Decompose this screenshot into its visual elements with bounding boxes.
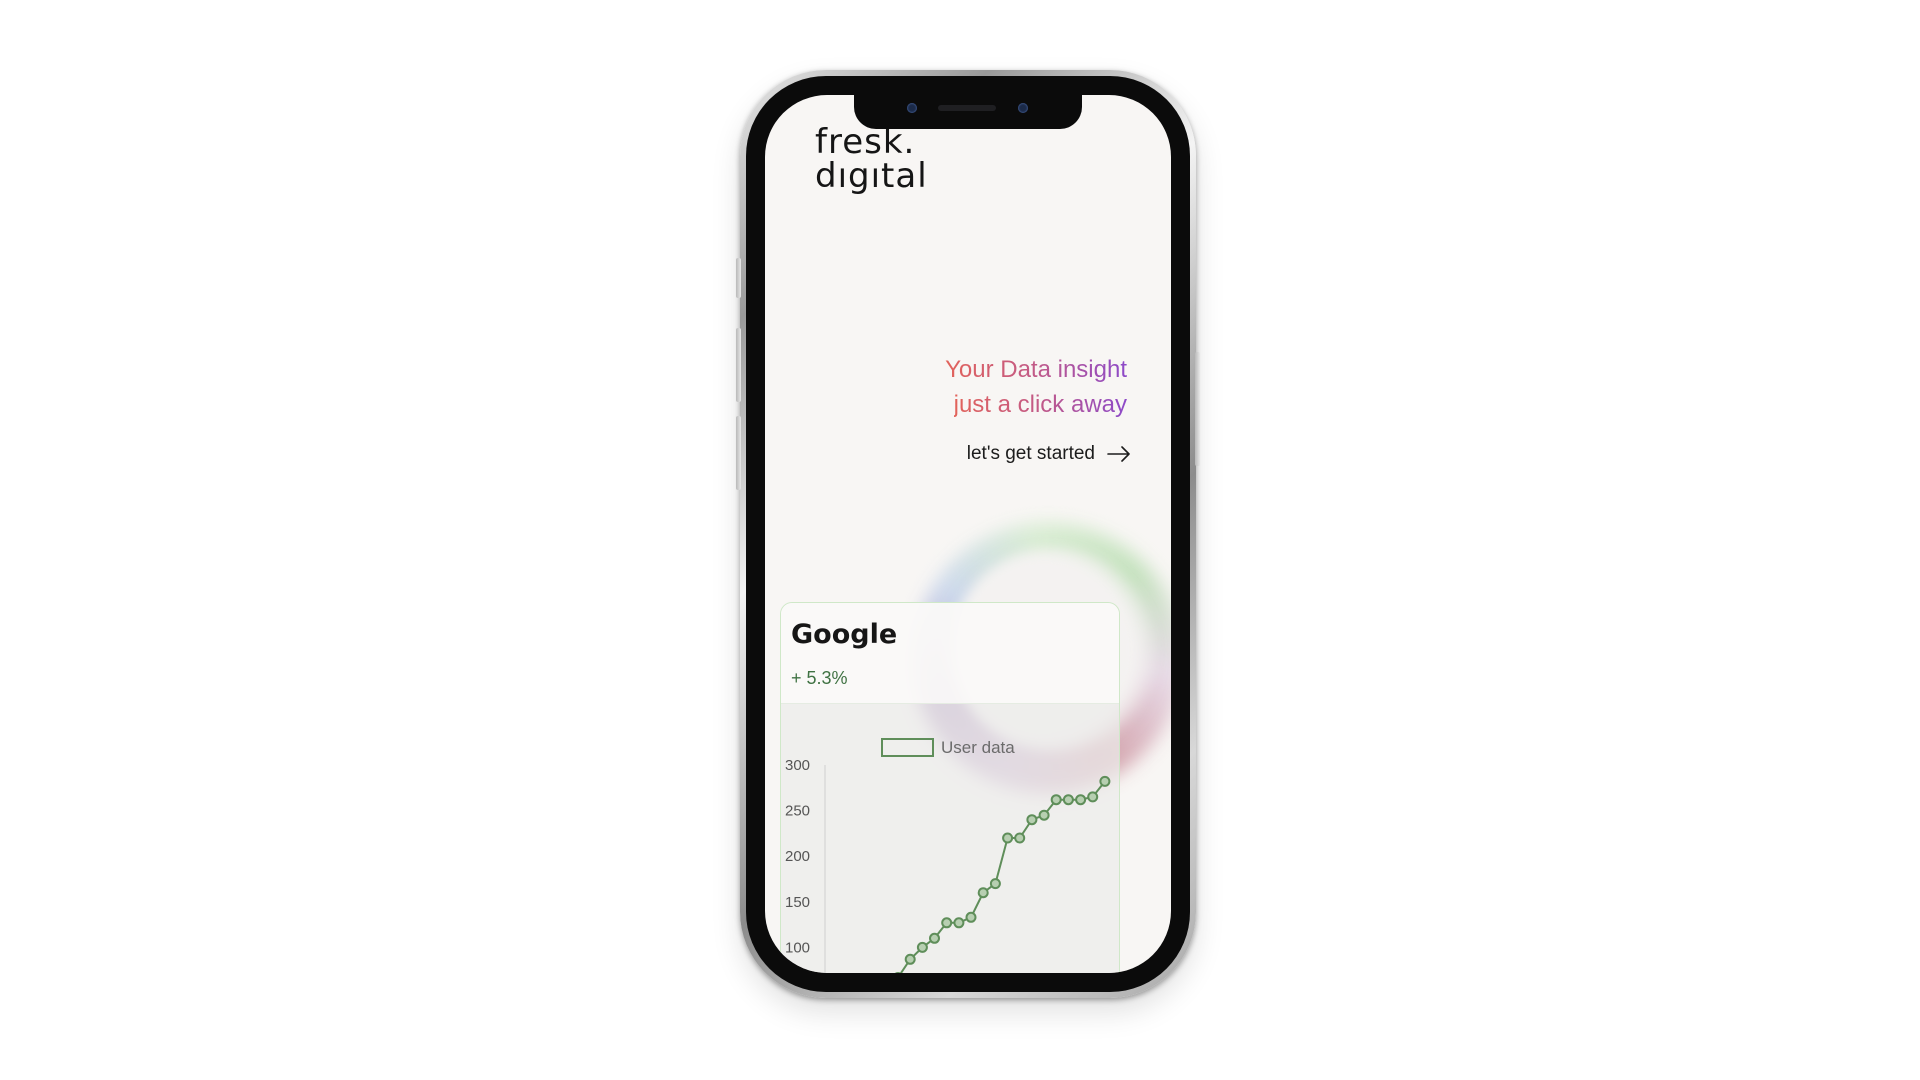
front-camera-icon xyxy=(1018,103,1028,113)
silent-switch xyxy=(736,258,741,298)
series-line-user-data xyxy=(899,780,1106,973)
stock-card[interactable]: Google + 5.3% User data 300 250 200 150 100 xyxy=(780,602,1120,973)
headline-line-2-wrap: just a click away xyxy=(945,387,1127,422)
series-points xyxy=(894,775,1111,973)
card-title: Google xyxy=(791,619,898,650)
data-point[interactable] xyxy=(1038,809,1050,821)
y-tick-label: 150 xyxy=(785,894,810,911)
data-point[interactable] xyxy=(1026,814,1038,826)
data-point[interactable] xyxy=(916,941,928,953)
data-point[interactable] xyxy=(1014,832,1026,844)
data-point[interactable] xyxy=(904,953,916,965)
y-tick-label: 200 xyxy=(785,848,810,865)
y-tick-label: 300 xyxy=(785,757,810,774)
card-header: Google + 5.3% xyxy=(781,603,1119,704)
volume-up-button xyxy=(736,328,741,402)
volume-down-button xyxy=(736,416,741,490)
data-point[interactable] xyxy=(929,932,940,944)
power-button xyxy=(1195,352,1200,466)
data-point[interactable] xyxy=(965,911,977,923)
data-point[interactable] xyxy=(1075,794,1087,806)
line-chart: User data 300 250 200 150 100 xyxy=(785,738,1111,973)
legend-label: User data xyxy=(941,738,1015,757)
legend-swatch xyxy=(881,738,934,757)
logo-line-1: fresk. xyxy=(815,122,916,162)
headline-line-1-wrap: Your Data insight xyxy=(945,352,1127,387)
arrow-right-icon xyxy=(1107,446,1130,462)
phone-screen: fresk. dıgıtal Your Data insight just a … xyxy=(765,95,1171,973)
headline-line-1: Your Data insight xyxy=(945,356,1127,383)
speaker-grille xyxy=(938,105,996,111)
get-started-link[interactable]: let's get started xyxy=(967,443,1131,465)
data-point[interactable] xyxy=(1099,775,1111,787)
headline-line-2: just a click away xyxy=(953,391,1127,418)
chart-legend[interactable]: User data xyxy=(881,738,1015,757)
notch xyxy=(854,95,1082,129)
chart-area: User data 300 250 200 150 100 xyxy=(781,703,1119,973)
data-point[interactable] xyxy=(977,887,989,899)
data-point[interactable] xyxy=(1062,794,1074,806)
brand-logo[interactable]: fresk. dıgıtal xyxy=(815,125,928,193)
hero-headline: Your Data insight just a click away xyxy=(945,352,1127,422)
y-tick-label: 250 xyxy=(785,803,810,820)
page-stage: fresk. dıgıtal Your Data insight just a … xyxy=(0,0,1920,1080)
y-axis-ticks: 300 250 200 150 100 xyxy=(785,757,810,956)
card-change-value: + 5.3% xyxy=(791,668,848,688)
data-point[interactable] xyxy=(1050,794,1062,806)
y-tick-label: 100 xyxy=(785,939,810,956)
data-point[interactable] xyxy=(1002,832,1014,844)
data-point[interactable] xyxy=(1087,791,1099,803)
data-point[interactable] xyxy=(953,917,965,929)
logo-line-2: dıgıtal xyxy=(815,156,928,196)
get-started-label: let's get started xyxy=(966,443,1095,464)
data-point[interactable] xyxy=(941,917,953,929)
sensor-icon xyxy=(907,103,917,113)
phone-mockup: fresk. dıgıtal Your Data insight just a … xyxy=(736,70,1200,998)
data-point[interactable] xyxy=(989,878,1001,890)
